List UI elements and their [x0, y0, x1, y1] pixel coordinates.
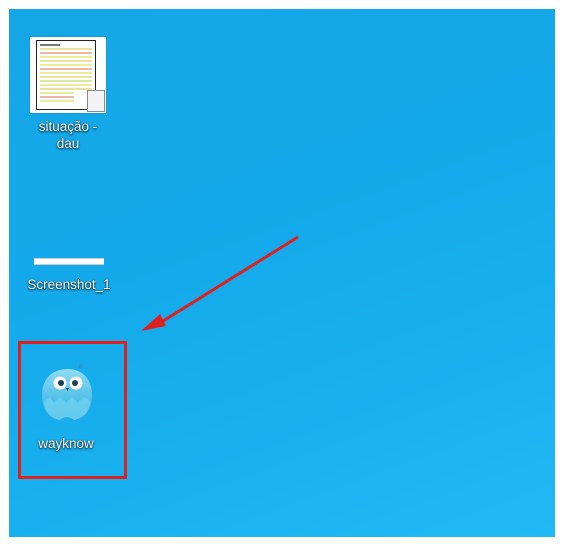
desktop[interactable]: situação - dau Screenshot_1 wayknow: [9, 9, 555, 537]
arrow-icon: [141, 235, 299, 331]
